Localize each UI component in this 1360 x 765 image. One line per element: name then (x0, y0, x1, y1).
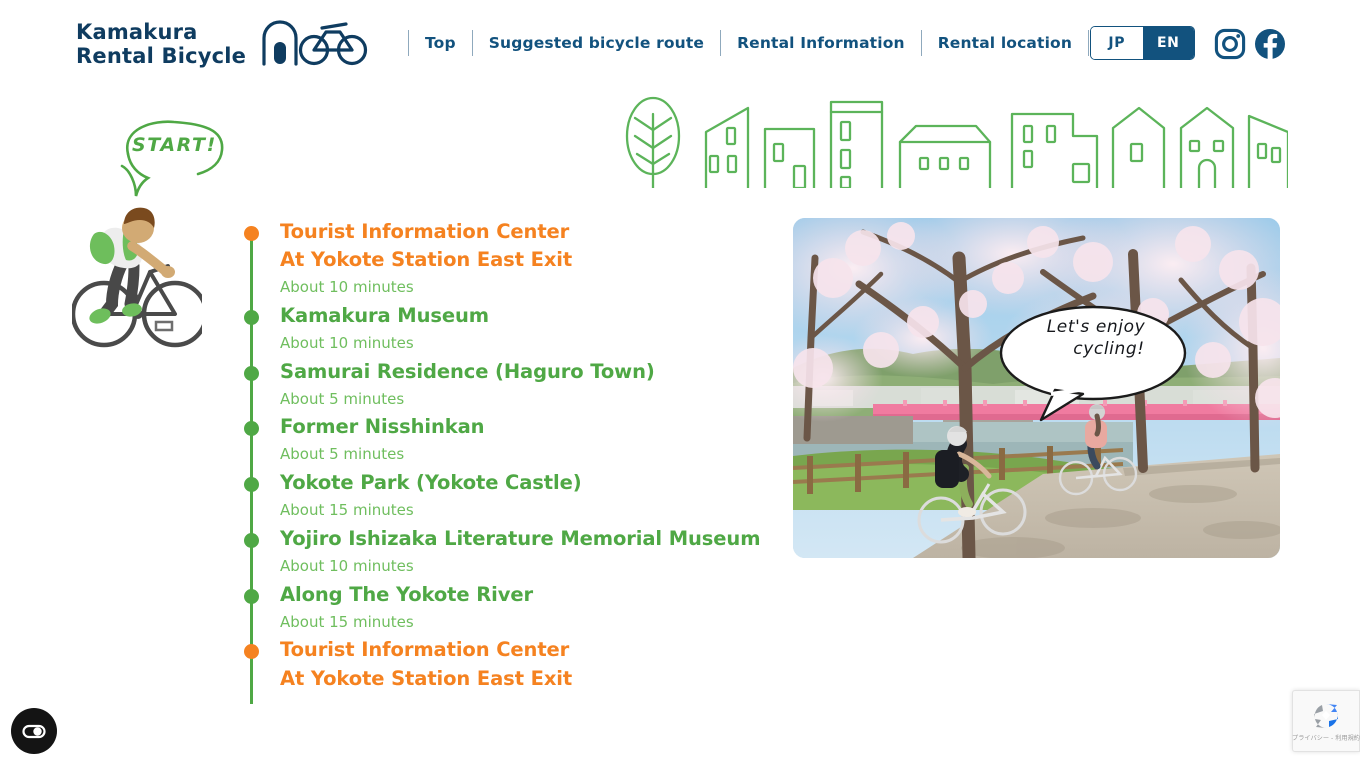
timeline-stop-duration: About 10 minutes (280, 556, 414, 575)
accessibility-widget-button[interactable] (11, 708, 57, 754)
language-option-en[interactable]: EN (1142, 27, 1194, 59)
timeline-dot (244, 532, 259, 548)
timeline-stop-title-line2: At Yokote Station East Exit (280, 666, 573, 690)
recaptcha-label: プライバシー - 利用規約 (1292, 734, 1360, 742)
timeline-stop-7[interactable]: Along The Yokote River About 15 minutes (236, 581, 776, 637)
timeline-stop-duration: About 10 minutes (280, 333, 414, 352)
timeline-dot (244, 421, 259, 437)
timeline-stop-1[interactable]: Tourist Information Center At Yokote Sta… (236, 218, 776, 302)
timeline-stop-duration: About 15 minutes (280, 501, 414, 520)
timeline-dot-start (244, 226, 259, 241)
facebook-icon[interactable] (1254, 28, 1286, 65)
cyclists-under-cherry-blossoms-photo: Let's enjoy cycling! (793, 218, 1280, 558)
timeline-dot (244, 365, 259, 381)
recaptcha-badge[interactable]: プライバシー - 利用規約 (1292, 690, 1360, 752)
site-header: Kamakura Rental Bicycle Top Suggested bi… (0, 0, 1360, 88)
timeline-dot-end (244, 644, 259, 660)
timeline-stop-title-line1: Tourist Information Center (280, 220, 570, 243)
timeline-stop-title: Samurai Residence (Haguro Town) (280, 359, 655, 383)
timeline-stop-duration: About 10 minutes (280, 278, 414, 297)
green-townscape-illustration (624, 88, 1290, 193)
timeline-dot (244, 588, 259, 604)
start-label: START! (132, 134, 217, 156)
photo-bubble-line2: cycling! (1073, 339, 1145, 360)
timeline-stop-title-line2: At Yokote Station East Exit (280, 248, 573, 272)
timeline-stop-5[interactable]: Yokote Park (Yokote Castle) About 15 min… (236, 469, 776, 525)
nav-item-rental-information[interactable]: Rental Information (721, 34, 921, 52)
start-speech-bubble (112, 118, 232, 203)
timeline-stop-title: Along The Yokote River (280, 582, 533, 606)
recaptcha-icon (1314, 703, 1338, 728)
timeline-stop-title: Yojiro Ishizaka Literature Memorial Muse… (280, 526, 761, 550)
timeline-stop-3[interactable]: Samurai Residence (Haguro Town) About 5 … (236, 358, 776, 414)
site-logo[interactable]: Kamakura Rental Bicycle (76, 18, 370, 71)
kura-bicycle-logo-icon (260, 18, 370, 71)
timeline-dot (244, 477, 259, 493)
timeline-dot (244, 309, 259, 325)
timeline-stop-title: Tourist Information Center At Yokote Sta… (280, 636, 776, 692)
language-toggle[interactable]: JP EN (1090, 26, 1195, 60)
language-option-jp[interactable]: JP (1091, 27, 1143, 59)
nav-item-top[interactable]: Top (409, 34, 472, 52)
timeline-stop-duration: About 5 minutes (280, 445, 405, 464)
nav-divider (1088, 30, 1090, 56)
logo-line-1: Kamakura (76, 19, 198, 44)
timeline-stop-title: Former Nisshinkan (280, 415, 485, 439)
photo-bubble-line1: Let's enjoy (1046, 317, 1146, 337)
photo-bubble-text: Let's enjoy cycling! (1016, 316, 1176, 361)
main-navigation[interactable]: Top Suggested bicycle route Rental Infor… (408, 30, 1090, 56)
timeline-stop-8[interactable]: Tourist Information Center At Yokote Sta… (236, 636, 776, 692)
timeline-stop-duration: About 5 minutes (280, 389, 405, 408)
social-links[interactable] (1214, 28, 1286, 65)
nav-item-suggested-bicycle-route[interactable]: Suggested bicycle route (473, 34, 720, 52)
timeline-stop-title: Kamakura Museum (280, 303, 489, 327)
logo-line-2: Rental Bicycle (76, 43, 247, 68)
nav-item-rental-location[interactable]: Rental location (922, 34, 1088, 52)
timeline-stop-6[interactable]: Yojiro Ishizaka Literature Memorial Muse… (236, 525, 776, 581)
timeline-stop-2[interactable]: Kamakura Museum About 10 minutes (236, 302, 776, 358)
timeline-stop-title-line1: Tourist Information Center (280, 638, 570, 662)
timeline-stop-title: Tourist Information Center At Yokote Sta… (280, 218, 776, 274)
instagram-icon[interactable] (1214, 28, 1246, 65)
cyclist-illustration (70, 200, 209, 360)
timeline-stop-title: Yokote Park (Yokote Castle) (280, 471, 582, 495)
route-timeline: Tourist Information Center At Yokote Sta… (236, 218, 776, 704)
logo-text: Kamakura Rental Bicycle (76, 19, 247, 68)
timeline-stop-duration: About 15 minutes (280, 612, 414, 631)
timeline-stop-4[interactable]: Former Nisshinkan About 5 minutes (236, 413, 776, 469)
